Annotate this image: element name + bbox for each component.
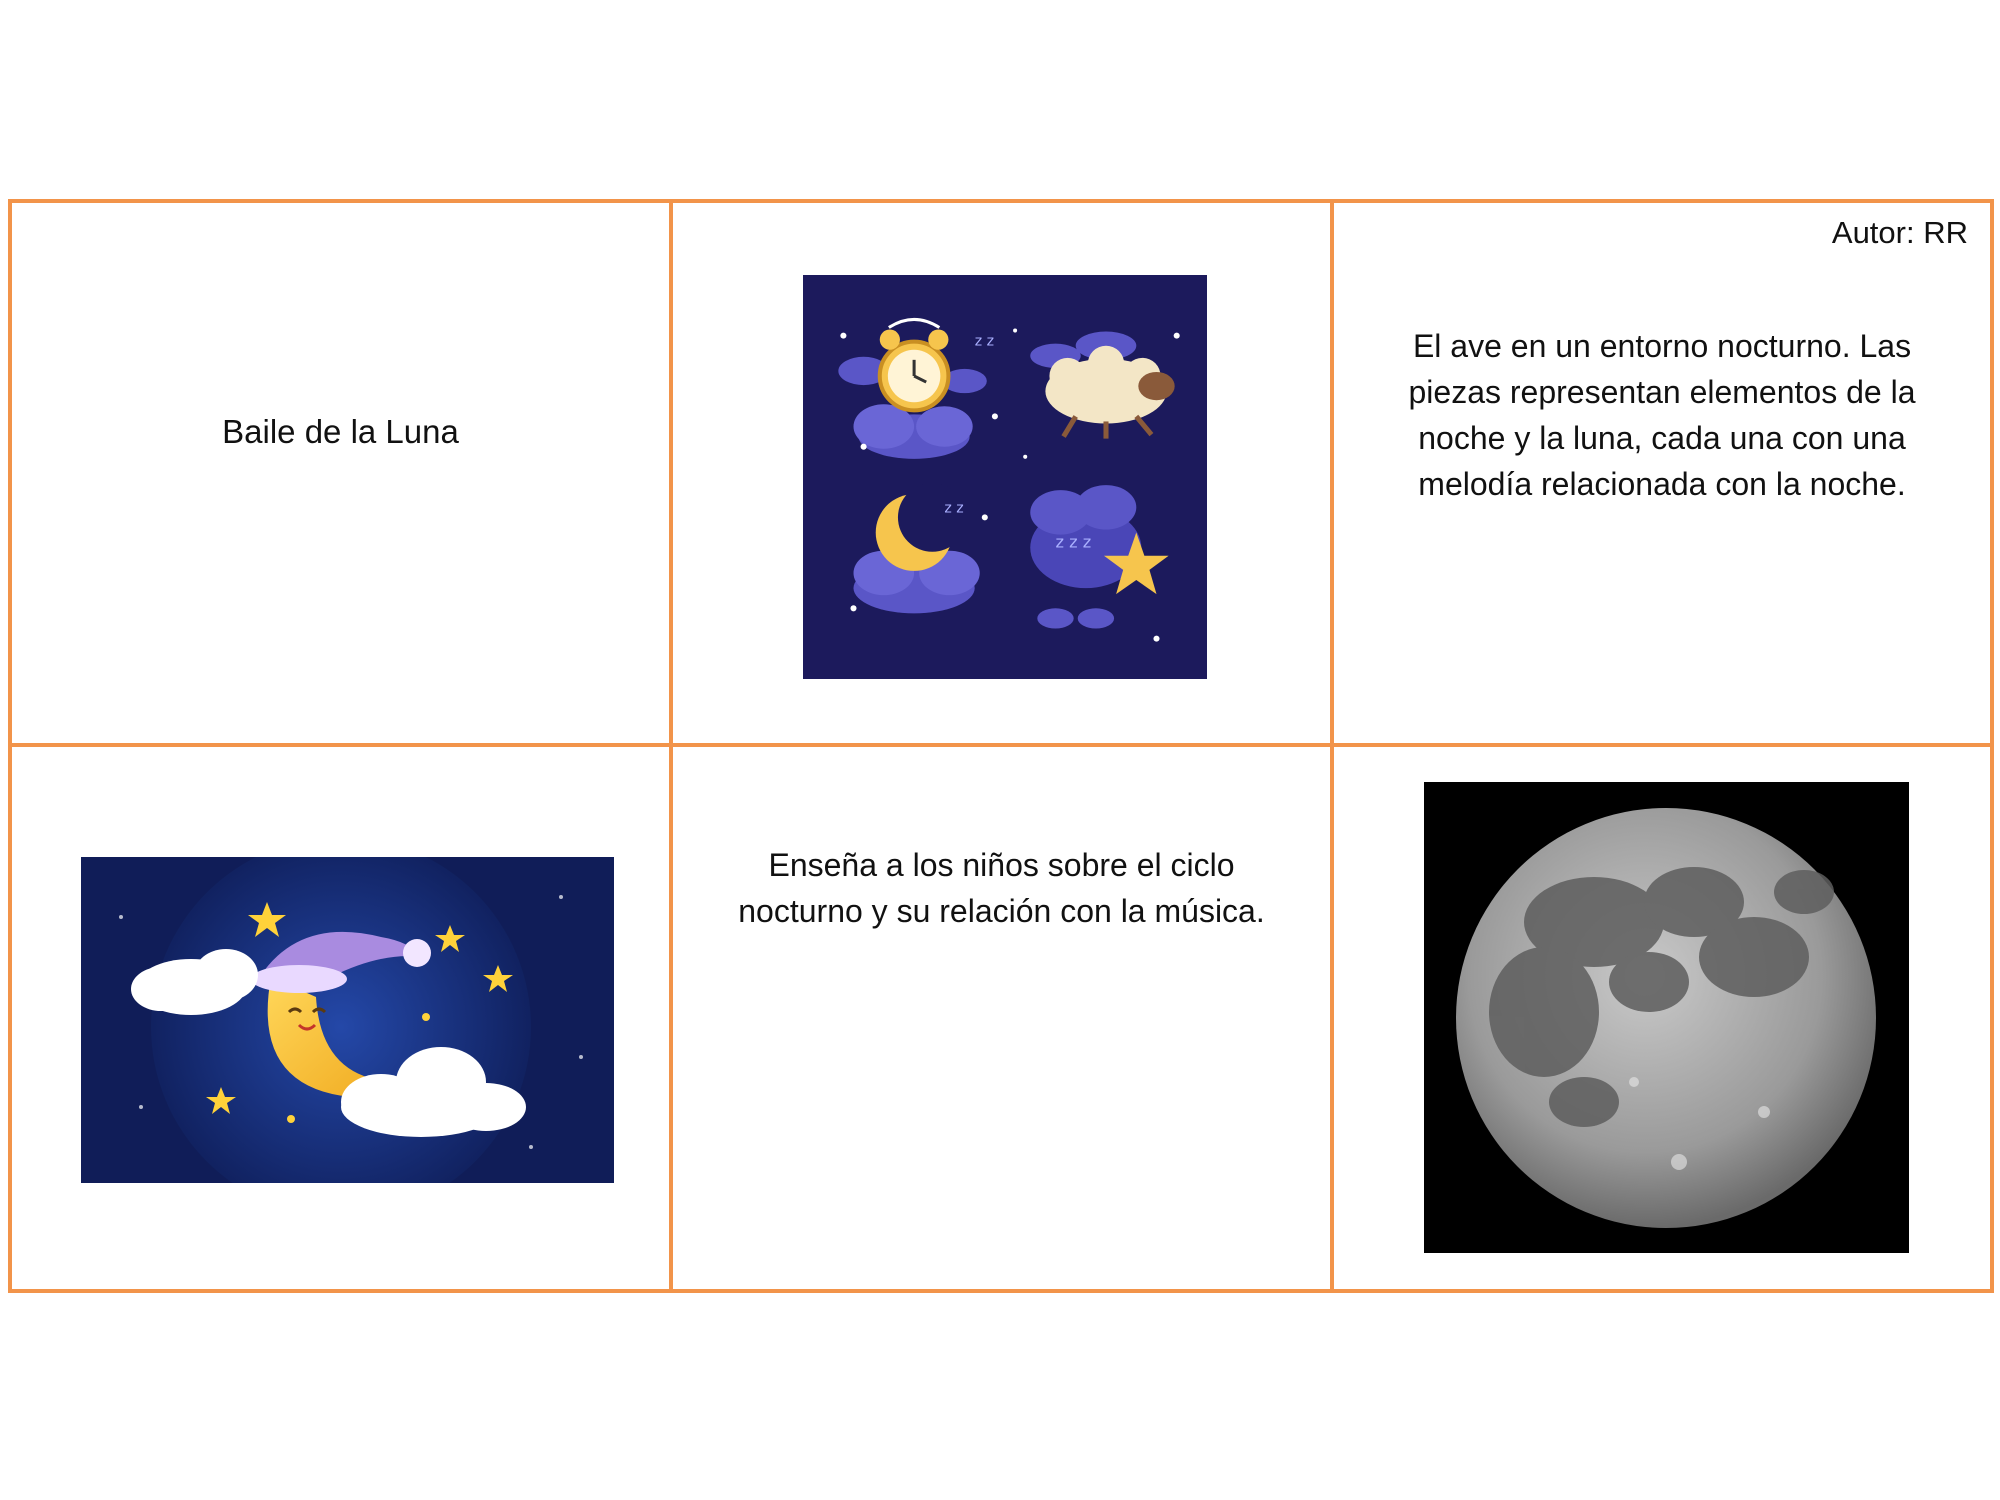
card-lesson-cell: Enseña a los niños sobre el ciclo noctur… (669, 743, 1334, 1293)
full-moon-photograph (1424, 782, 1909, 1253)
card-night-icons-cell: z z z z z z z (669, 199, 1334, 747)
card-description-cell: Autor: RR El ave en un entorno nocturno.… (1330, 199, 1994, 747)
card-lesson-text: Enseña a los niños sobre el ciclo noctur… (738, 847, 1265, 929)
card-description: El ave en un entorno nocturno. Las pieza… (1408, 328, 1916, 502)
svg-text:z z z: z z z (1056, 533, 1092, 552)
card-sleepy-moon-cell (8, 743, 673, 1293)
card-full-moon-cell (1330, 743, 1994, 1293)
night-icons-illustration: z z z z z z z (803, 275, 1207, 679)
card-grid: Baile de la Luna z z z z z z z Autor: RR… (8, 199, 1994, 1293)
author-label: Autor: RR (1831, 215, 1968, 250)
sleepy-moon-3d-illustration (81, 857, 614, 1183)
svg-text:z z: z z (944, 500, 963, 516)
svg-text:z z: z z (975, 334, 994, 350)
card-title: Baile de la Luna (222, 413, 459, 450)
card-title-cell: Baile de la Luna (8, 199, 673, 747)
